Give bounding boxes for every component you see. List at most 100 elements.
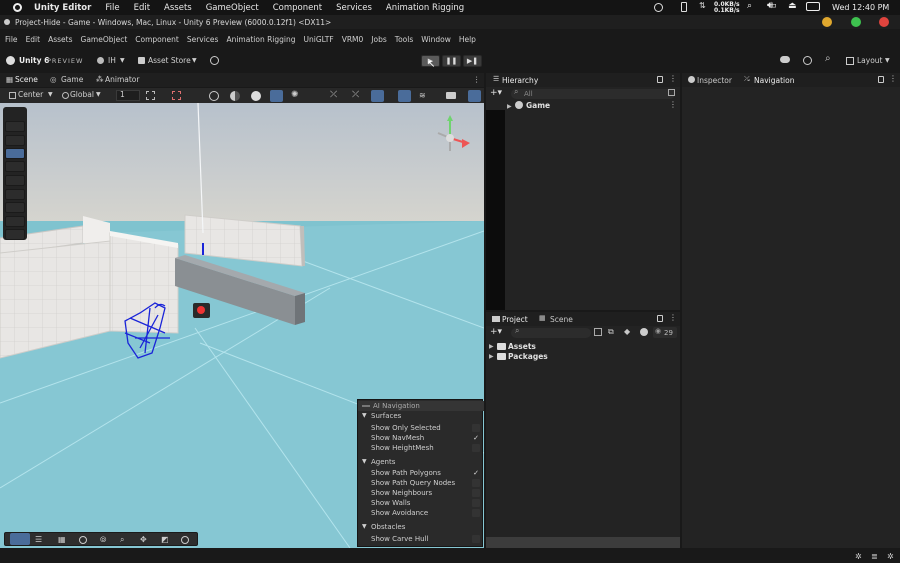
db-icon[interactable]: ≣ <box>871 552 878 561</box>
strip-settings-icon[interactable]: ☰ <box>35 535 42 544</box>
account-icon[interactable] <box>654 3 663 12</box>
show-carve-hull-toggle[interactable]: Show Carve Hull <box>358 534 484 544</box>
eject-icon[interactable]: ⏏ <box>788 1 797 11</box>
rect-tool-button[interactable] <box>5 189 25 200</box>
show-only-selected-checkbox[interactable] <box>472 424 480 432</box>
app-name[interactable]: Unity Editor <box>34 3 91 13</box>
battery-icon[interactable] <box>806 2 820 11</box>
more-icon[interactable]: ⋮ <box>669 74 677 83</box>
search-icon[interactable]: ⌕ <box>747 1 752 11</box>
package-icon[interactable] <box>210 56 219 65</box>
custom-tool-button[interactable] <box>5 216 25 227</box>
tab-navigation[interactable]: Navigation <box>754 76 794 85</box>
pivot-dropdown[interactable]: Center <box>18 88 43 102</box>
maximize-button[interactable] <box>851 17 861 27</box>
navmesh-tool-button[interactable] <box>5 229 25 240</box>
create-button[interactable]: +▾ <box>490 88 502 98</box>
show-neighbours-checkbox[interactable] <box>472 489 480 497</box>
sys-menu-gameobject[interactable]: GameObject <box>206 3 259 13</box>
tab-project[interactable]: Project <box>502 315 528 324</box>
brand-label[interactable]: Unity 6 <box>19 54 49 68</box>
menu-gameobject[interactable]: GameObject <box>81 35 128 44</box>
asset-store-button[interactable]: Asset Store <box>148 54 191 68</box>
show-path-query-nodes-checkbox[interactable] <box>472 479 480 487</box>
tab-inspector[interactable]: Inspector <box>697 76 732 85</box>
layout-dropdown[interactable]: Layout <box>857 54 883 68</box>
cloud-icon[interactable] <box>780 56 790 63</box>
menu-jobs[interactable]: Jobs <box>371 35 386 44</box>
show-heightmesh-checkbox[interactable] <box>472 444 480 452</box>
tag-icon[interactable]: ◆ <box>624 327 630 336</box>
layers-icon[interactable]: ≋ <box>419 91 426 100</box>
expand-arrow-icon[interactable]: ▶ <box>489 353 494 360</box>
view-tool-button[interactable] <box>5 121 25 132</box>
drag-handle-icon[interactable] <box>362 405 370 407</box>
account-dropdown-icon[interactable] <box>97 57 104 64</box>
search-by-label-icon[interactable]: ⧉ <box>608 327 614 337</box>
show-path-query-nodes-toggle[interactable]: Show Path Query Nodes <box>358 478 484 488</box>
menu-vrm0[interactable]: VRM0 <box>342 35 364 44</box>
show-heightmesh-toggle[interactable]: Show HeightMesh <box>358 443 484 453</box>
sys-menu-edit[interactable]: Edit <box>134 3 150 13</box>
sys-menu-assets[interactable]: Assets <box>164 3 192 13</box>
transform-tool-button[interactable] <box>5 202 25 213</box>
grid-snap-icon[interactable] <box>172 91 181 100</box>
menu-window[interactable]: Window <box>421 35 451 44</box>
unity-logo-icon[interactable] <box>6 56 15 65</box>
lock-icon[interactable] <box>657 76 663 83</box>
strip-compass-icon[interactable] <box>181 536 189 544</box>
menu-file[interactable]: File <box>5 35 18 44</box>
project-scrollbar[interactable] <box>486 537 680 548</box>
clock[interactable]: Wed 12:40 PM <box>832 3 889 12</box>
shaded-icon[interactable] <box>230 91 240 101</box>
rotate-tool-button[interactable] <box>5 161 25 172</box>
show-navmesh-toggle[interactable]: Show NavMesh ✓ <box>358 433 484 443</box>
search-icon[interactable]: ⌕ <box>825 53 831 64</box>
sys-menu-animation-rigging[interactable]: Animation Rigging <box>386 3 464 13</box>
strip-move-icon[interactable] <box>10 533 30 545</box>
show-only-selected-toggle[interactable]: Show Only Selected <box>358 423 484 433</box>
menu-component[interactable]: Component <box>135 35 179 44</box>
hierarchy-root-game[interactable]: Game <box>526 101 550 110</box>
phone-icon[interactable] <box>681 2 687 12</box>
strip-anchor-icon[interactable]: ✥ <box>140 535 147 544</box>
camera-icon[interactable] <box>446 92 456 99</box>
strip-grid-icon[interactable]: ▦ <box>58 535 66 544</box>
show-path-polygons-checkbox[interactable]: ✓ <box>472 469 480 477</box>
menu-help[interactable]: Help <box>459 35 476 44</box>
more-icon[interactable]: ⋮ <box>669 313 677 322</box>
gizmos-icon[interactable] <box>468 90 481 102</box>
search-by-type-icon[interactable] <box>594 328 602 336</box>
expand-arrow-icon[interactable]: ▶ <box>507 103 512 110</box>
root-more-icon[interactable]: ⋮ <box>669 100 677 109</box>
debug-icon[interactable]: ✲ <box>855 552 862 561</box>
account-dropdown[interactable]: IH <box>108 54 116 68</box>
lit-icon[interactable] <box>251 91 261 101</box>
obstacles-section-header[interactable]: ▼ Obstacles <box>358 522 484 532</box>
hierarchy-search-input[interactable] <box>511 89 675 99</box>
folder-assets[interactable]: Assets <box>508 342 536 351</box>
sys-menu-services[interactable]: Services <box>336 3 372 13</box>
draw-mode-icon[interactable] <box>209 91 219 101</box>
show-path-polygons-toggle[interactable]: Show Path Polygons ✓ <box>358 468 484 478</box>
strip-path-icon[interactable]: ⦾ <box>100 535 106 545</box>
strip-circle-icon[interactable] <box>79 536 87 544</box>
sys-menu-component[interactable]: Component <box>273 3 322 13</box>
scene-more-icon[interactable]: ⋮ <box>473 73 481 87</box>
close-button[interactable] <box>879 17 889 27</box>
fx-off-icon[interactable]: ⤫ <box>330 90 337 100</box>
show-neighbours-toggle[interactable]: Show Neighbours <box>358 488 484 498</box>
hand-tool-button[interactable] <box>5 135 25 146</box>
sys-menu-file[interactable]: File <box>105 3 119 13</box>
move-tool-button[interactable] <box>5 148 25 159</box>
strip-link-icon[interactable]: ⌕ <box>120 535 124 545</box>
strip-camera-icon[interactable]: ◩ <box>161 535 169 544</box>
show-carve-hull-checkbox[interactable] <box>472 535 480 543</box>
show-navmesh-checkbox[interactable]: ✓ <box>472 434 480 442</box>
tab-game[interactable]: Game <box>61 73 83 87</box>
tab-scene[interactable]: Scene <box>15 73 38 87</box>
menu-animation-rigging[interactable]: Animation Rigging <box>226 35 295 44</box>
menu-assets[interactable]: Assets <box>48 35 72 44</box>
step-button[interactable]: ▶❚ <box>463 55 482 67</box>
menu-tools[interactable]: Tools <box>395 35 413 44</box>
